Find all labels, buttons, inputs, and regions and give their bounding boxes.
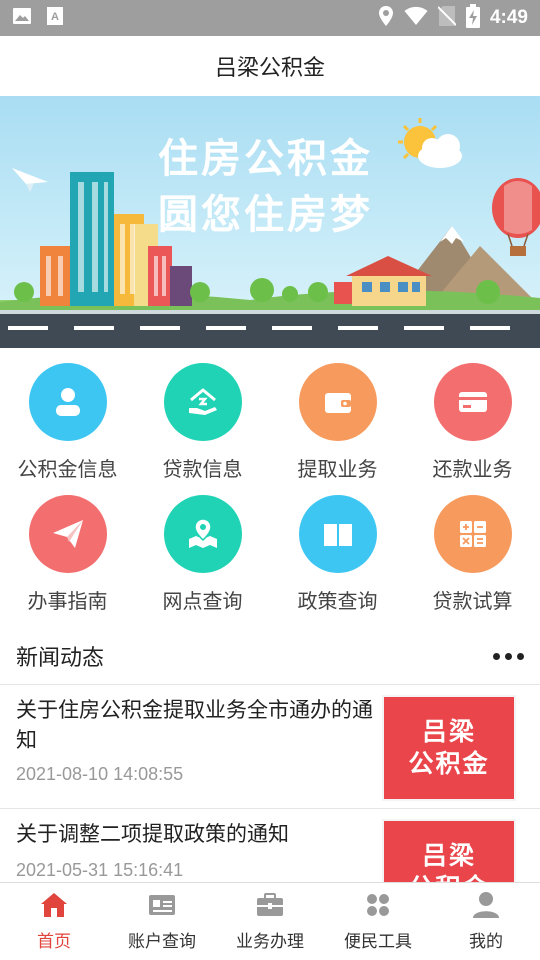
book-icon: [298, 495, 377, 573]
news-list-item[interactable]: 关于调整二项提取政策的通知 2021-05-31 15:16:41 吕梁 公积金: [0, 808, 540, 882]
location-icon: [378, 5, 394, 31]
nav-label: 我的: [469, 932, 503, 952]
grid-label: 提取业务: [297, 457, 378, 481]
news-item-date: 2021-08-10 14:08:55: [16, 764, 184, 784]
status-bar: A 4:49: [0, 0, 540, 36]
wallet-icon: [298, 363, 377, 441]
nav-tools[interactable]: 便民工具: [324, 883, 432, 960]
more-icon[interactable]: [493, 652, 524, 660]
map-pin-icon: [163, 495, 242, 573]
grid-label: 还款业务: [432, 457, 513, 481]
no-sim-icon: [437, 5, 457, 31]
person-icon: [28, 363, 107, 441]
grid-item-repayment[interactable]: 还款业务: [405, 363, 540, 482]
id-card-icon: [147, 891, 177, 923]
news-item-thumbnail: 吕梁 公积金: [382, 819, 516, 882]
news-item-date: 2021-05-31 15:16:41: [16, 860, 184, 880]
paper-plane-icon: [28, 495, 107, 573]
card-icon: [433, 363, 512, 441]
page-title: 吕梁公积金: [214, 56, 325, 81]
font-notification-icon: A: [46, 6, 64, 30]
nav-label: 账户查询: [128, 932, 196, 952]
grid-label: 公积金信息: [17, 457, 118, 481]
app-header: 吕梁公积金: [0, 36, 540, 96]
news-item-title: 关于住房公积金提取业务全市通办的通知: [16, 698, 373, 752]
banner-subheadline: 圆您住房梦: [158, 192, 373, 238]
grid-item-loan-info[interactable]: 贷款信息: [135, 363, 270, 482]
grid-label: 政策查询: [297, 589, 378, 613]
nav-mine[interactable]: 我的: [432, 883, 540, 960]
nav-label: 首页: [37, 932, 71, 952]
banner-headline: 住房公积金: [158, 136, 373, 182]
house-hand-icon: [163, 363, 242, 441]
grid-item-service-guide[interactable]: 办事指南: [0, 495, 135, 614]
thumbnail-line1: 吕梁: [421, 841, 476, 870]
grid-label: 贷款信息: [162, 457, 243, 481]
nav-home[interactable]: 首页: [0, 883, 108, 960]
bottom-navigation: 首页 账户查询 业务办理 便民工具 我的: [0, 882, 540, 960]
nav-account-query[interactable]: 账户查询: [108, 883, 216, 960]
function-grid: 公积金信息 贷款信息 提取业务 还款业务 办事指南 网点查询 政策查询 贷款试算: [0, 348, 540, 628]
news-section-title: 新闻动态: [16, 646, 105, 671]
image-notification-icon: [12, 6, 32, 30]
battery-icon: [465, 4, 480, 32]
nav-label: 便民工具: [344, 932, 412, 952]
grid-item-policy-query[interactable]: 政策查询: [270, 495, 405, 614]
briefcase-icon: [255, 891, 285, 923]
home-icon: [39, 891, 69, 923]
news-section-header: 新闻动态: [0, 628, 540, 684]
news-item-title: 关于调整二项提取政策的通知: [16, 822, 289, 846]
grid-item-account-info[interactable]: 公积金信息: [0, 363, 135, 482]
nav-label: 业务办理: [236, 932, 304, 952]
thumbnail-line1: 吕梁: [421, 717, 476, 746]
news-item-thumbnail: 吕梁 公积金: [382, 695, 516, 801]
grid-label: 网点查询: [162, 589, 243, 613]
apps-icon: [363, 891, 393, 923]
svg-text:A: A: [51, 11, 59, 23]
calculator-icon: [433, 495, 512, 573]
thumbnail-line2: 公积金: [408, 872, 489, 882]
banner[interactable]: 住房公积金 圆您住房梦: [0, 96, 540, 348]
nav-business[interactable]: 业务办理: [216, 883, 324, 960]
clock-time: 4:49: [489, 7, 528, 28]
grid-label: 办事指南: [27, 589, 108, 613]
user-icon: [471, 891, 501, 923]
thumbnail-line2: 公积金: [408, 749, 490, 778]
news-list-item[interactable]: 关于住房公积金提取业务全市通办的通知 2021-08-10 14:08:55 吕…: [0, 684, 540, 808]
grid-item-branch-query[interactable]: 网点查询: [135, 495, 270, 614]
wifi-icon: [404, 6, 428, 30]
grid-item-loan-calculator[interactable]: 贷款试算: [405, 495, 540, 614]
grid-item-withdrawal[interactable]: 提取业务: [270, 363, 405, 482]
grid-label: 贷款试算: [432, 589, 513, 613]
